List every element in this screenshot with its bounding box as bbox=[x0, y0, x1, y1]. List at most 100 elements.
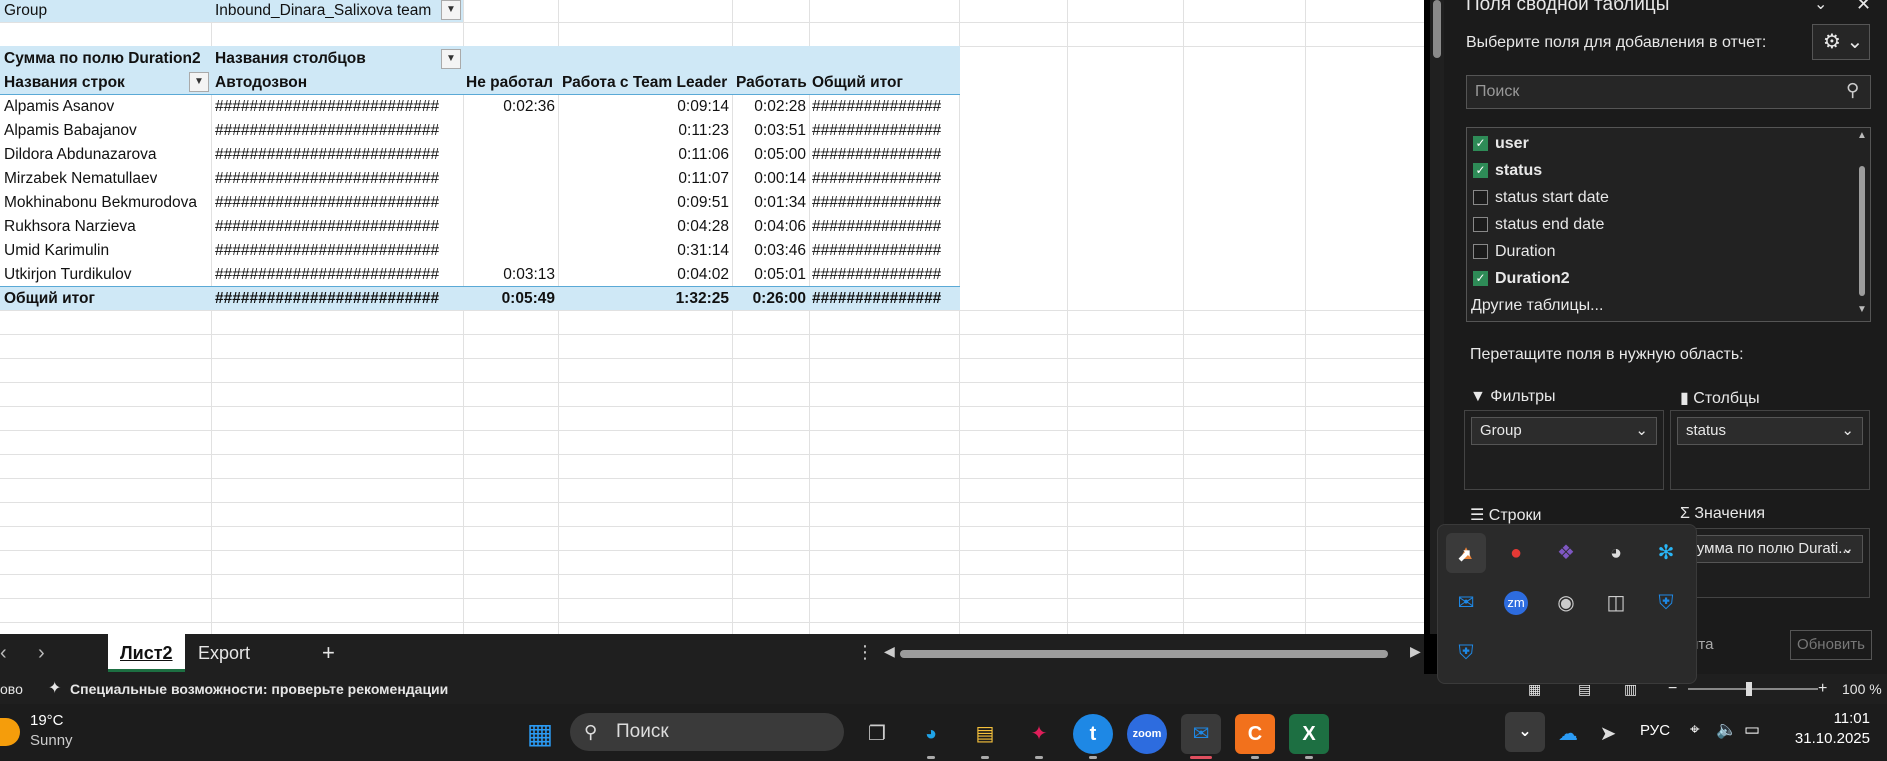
zoom-slider[interactable] bbox=[1688, 688, 1818, 690]
tray-obs-icon[interactable]: ◉ bbox=[1546, 583, 1586, 623]
edge-browser-icon[interactable]: ◕ bbox=[911, 714, 951, 754]
field-item-duration2[interactable]: ✓ Duration2 bbox=[1467, 266, 1847, 292]
row-cell: 0:11:06 bbox=[678, 146, 729, 163]
field-item-status-end-date[interactable]: status end date bbox=[1467, 212, 1847, 238]
task-view-icon[interactable]: ❐ bbox=[857, 714, 897, 754]
zoom-in-icon[interactable]: + bbox=[1818, 674, 1827, 704]
show-hidden-icons-chevron-icon[interactable]: ⌄ bbox=[1505, 712, 1545, 752]
onedrive-icon[interactable]: ☁ bbox=[1548, 714, 1588, 754]
tray-bug-icon[interactable]: ✻ bbox=[1646, 533, 1686, 573]
col-header-working: Работать bbox=[736, 74, 807, 91]
outlook-icon[interactable]: ✉ bbox=[1181, 714, 1221, 754]
tab-next-icon[interactable]: › bbox=[38, 642, 45, 665]
columns-caption: Названия столбцов bbox=[215, 50, 366, 67]
filter-funnel-icon[interactable]: ▼ bbox=[441, 0, 461, 20]
clock-time[interactable]: 11:01 bbox=[1800, 710, 1870, 727]
search-icon: ⚲ bbox=[1846, 80, 1860, 100]
excel-icon[interactable]: X bbox=[1289, 714, 1329, 754]
row-cell: ########################## bbox=[215, 122, 440, 139]
field-label: status bbox=[1495, 162, 1543, 179]
other-tables-link[interactable]: Другие таблицы... bbox=[1471, 293, 1851, 319]
scroll-down-icon[interactable]: ▼ bbox=[1857, 304, 1867, 315]
orange-app-icon[interactable]: C bbox=[1235, 714, 1275, 754]
tray-anydesk-icon[interactable]: ● bbox=[1496, 533, 1536, 573]
language-indicator[interactable]: РУС bbox=[1640, 722, 1670, 739]
taskbar-search-input[interactable]: Поиск bbox=[570, 713, 844, 751]
chevron-down-icon[interactable]: ⌄ bbox=[1841, 418, 1854, 444]
update-button[interactable]: Обновить bbox=[1790, 630, 1872, 660]
panel-collapse-icon[interactable]: ⌄ bbox=[1814, 0, 1827, 14]
checkbox-unchecked-icon[interactable] bbox=[1473, 190, 1488, 205]
chevron-down-icon[interactable]: ⌄ bbox=[1841, 536, 1854, 562]
zoom-app-icon[interactable]: zoom bbox=[1127, 714, 1167, 754]
columns-area-header: ▮ Столбцы bbox=[1680, 388, 1760, 408]
field-list-scrollbar[interactable]: ▲ ▼ bbox=[1856, 130, 1868, 318]
columns-drop-area[interactable]: status ⌄ bbox=[1670, 410, 1870, 490]
checkbox-checked-icon[interactable]: ✓ bbox=[1473, 163, 1488, 178]
filter-field-pill[interactable]: Group ⌄ bbox=[1471, 417, 1657, 445]
tray-copilot-icon[interactable]: ❖ bbox=[1546, 533, 1586, 573]
weather-sun-icon[interactable] bbox=[0, 718, 20, 746]
close-icon[interactable]: ✕ bbox=[1856, 0, 1871, 15]
value-field-pill[interactable]: Сумма по полю Durati... ⌄ bbox=[1677, 535, 1863, 563]
field-search-input[interactable]: Поиск bbox=[1466, 75, 1871, 109]
filters-drop-area[interactable]: Group ⌄ bbox=[1464, 410, 1664, 490]
battery-icon[interactable]: ▭ bbox=[1744, 720, 1760, 740]
windows-start-icon[interactable]: ▦ bbox=[520, 714, 560, 754]
tray-security-warning-icon[interactable]: ⛨ bbox=[1646, 583, 1686, 623]
tab-sheet-list2[interactable]: Лист2 bbox=[108, 634, 185, 672]
tray-outlook-icon[interactable]: ✉ bbox=[1446, 583, 1486, 623]
settings-gear-icon[interactable]: ⚙ ⌄ bbox=[1812, 24, 1870, 60]
weather-temp[interactable]: 19°C bbox=[30, 712, 64, 729]
tray-overflow-popup: ▲ ● ❖ ◕ ✻ ✉ zm ◉ ◫ ⛨ ⛨ bbox=[1437, 524, 1697, 684]
checkbox-checked-icon[interactable]: ✓ bbox=[1473, 136, 1488, 151]
rows-dropdown-icon[interactable]: ▼ bbox=[189, 72, 209, 92]
tab-prev-icon[interactable]: ‹ bbox=[0, 642, 7, 665]
checkbox-checked-icon[interactable]: ✓ bbox=[1473, 271, 1488, 286]
slack-icon[interactable]: ✦ bbox=[1019, 714, 1059, 754]
field-item-status[interactable]: ✓ status bbox=[1467, 158, 1847, 184]
checkbox-unchecked-icon[interactable] bbox=[1473, 217, 1488, 232]
vertical-scroll-thumb[interactable] bbox=[1433, 0, 1441, 58]
horizontal-scrollbar[interactable] bbox=[888, 648, 1424, 660]
tray-network-globe-icon[interactable]: ◕ bbox=[1596, 533, 1636, 573]
row-cell: 0:02:28 bbox=[754, 98, 806, 115]
scroll-up-icon[interactable]: ▲ bbox=[1857, 130, 1867, 141]
accessibility-icon: ✦ bbox=[48, 680, 62, 697]
weather-desc[interactable]: Sunny bbox=[30, 732, 73, 749]
column-field-pill[interactable]: status ⌄ bbox=[1677, 417, 1863, 445]
row-cell: 0:31:14 bbox=[677, 242, 729, 259]
tray-usb-icon[interactable]: ◫ bbox=[1596, 583, 1636, 623]
checkbox-unchecked-icon[interactable] bbox=[1473, 244, 1488, 259]
row-name: Umid Karimulin bbox=[4, 242, 110, 259]
chevron-down-icon[interactable]: ⌄ bbox=[1635, 418, 1648, 444]
volume-icon[interactable]: 🔈 bbox=[1716, 720, 1737, 740]
tray-defender-icon[interactable]: ⛨ bbox=[1446, 633, 1486, 673]
accessibility-status[interactable]: Специальные возможности: проверьте реком… bbox=[70, 674, 448, 704]
total-cell: 0:26:00 bbox=[752, 290, 806, 307]
values-drop-area[interactable]: Сумма по полю Durati... ⌄ bbox=[1670, 528, 1870, 598]
field-item-duration[interactable]: Duration bbox=[1467, 239, 1847, 265]
columns-dropdown-icon[interactable]: ▼ bbox=[441, 49, 461, 69]
field-list-scroll-thumb[interactable] bbox=[1859, 166, 1865, 296]
zoom-slider-thumb[interactable] bbox=[1746, 682, 1752, 696]
file-explorer-icon[interactable]: ▤ bbox=[965, 714, 1005, 754]
wifi-icon[interactable]: ⌖ bbox=[1690, 720, 1700, 740]
tab-options-icon[interactable]: ⋮ bbox=[856, 642, 874, 663]
horizontal-scroll-thumb[interactable] bbox=[900, 650, 1388, 658]
telegram-icon[interactable]: t bbox=[1073, 714, 1113, 754]
zoom-level[interactable]: 100 % bbox=[1842, 674, 1882, 704]
pivot-filter-value[interactable]: Inbound_Dinara_Salixova team bbox=[215, 0, 431, 23]
clock-date[interactable]: 31.10.2025 bbox=[1788, 730, 1870, 747]
spreadsheet-grid[interactable]: Group Inbound_Dinara_Salixova team ▼ Сум… bbox=[0, 0, 1424, 634]
add-sheet-button[interactable]: + bbox=[310, 634, 347, 672]
tab-sheet-export[interactable]: Export bbox=[186, 634, 262, 672]
values-caption: Сумма по полю Duration2 bbox=[4, 50, 201, 67]
row-cell: ########################## bbox=[215, 266, 440, 283]
field-item-user[interactable]: ✓ user bbox=[1467, 131, 1847, 157]
field-item-status-start-date[interactable]: status start date bbox=[1467, 185, 1847, 211]
tray-zoom-icon[interactable]: zm bbox=[1496, 583, 1536, 623]
rows-area-header: ☰ Строки bbox=[1470, 505, 1541, 525]
location-arrow-icon[interactable]: ➤ bbox=[1588, 714, 1628, 754]
col-header-team-leader: Работа с Team Leader bbox=[562, 74, 728, 91]
